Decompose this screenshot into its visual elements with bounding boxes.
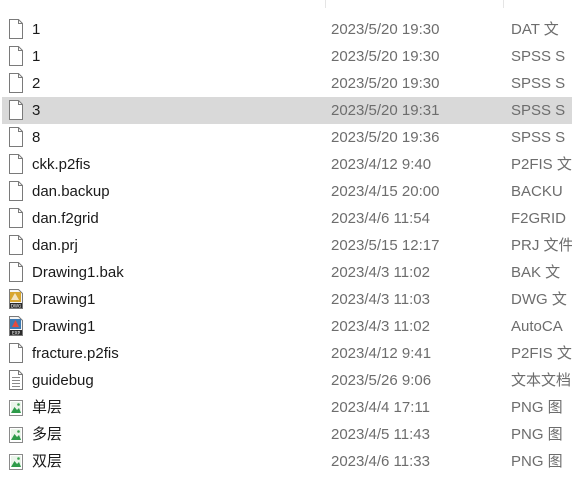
- file-row[interactable]: 1 2023/5/20 19:30 SPSS S: [0, 43, 572, 70]
- autocad-exp-file-icon: EXP: [8, 315, 24, 337]
- png-image-file-icon: [8, 396, 24, 418]
- file-name[interactable]: 3: [32, 97, 40, 124]
- file-type: DWG 文: [511, 291, 567, 308]
- file-type: PNG 图: [511, 453, 563, 470]
- file-name[interactable]: Drawing1: [32, 286, 95, 313]
- file-modified-date: 2023/4/6 11:54: [331, 210, 430, 227]
- file-list: 1 2023/5/20 19:30 DAT 文 1 2023/5/20 19:30 SPS…: [0, 16, 572, 475]
- file-type: DAT 文: [511, 21, 559, 38]
- blank-file-icon: [8, 126, 24, 148]
- type-column-separator[interactable]: [503, 0, 504, 8]
- file-name[interactable]: 单层: [32, 394, 62, 421]
- file-type: AutoCA: [511, 318, 563, 335]
- file-name[interactable]: 双层: [32, 448, 62, 475]
- blank-file-icon: [8, 18, 24, 40]
- dwg-file-icon: DWG: [8, 288, 24, 310]
- file-name[interactable]: 8: [32, 124, 40, 151]
- file-row[interactable]: guidebug 2023/5/26 9:06 文本文档: [0, 367, 572, 394]
- svg-text:EXP: EXP: [12, 330, 21, 335]
- file-name[interactable]: ckk.p2fis: [32, 151, 90, 178]
- file-modified-date: 2023/5/20 19:30: [331, 21, 440, 38]
- file-modified-date: 2023/4/6 11:33: [331, 453, 430, 470]
- file-modified-date: 2023/5/26 9:06: [331, 372, 432, 389]
- file-row[interactable]: 2 2023/5/20 19:30 SPSS S: [0, 70, 572, 97]
- file-modified-date: 2023/4/12 9:41: [331, 345, 432, 362]
- file-modified-date: 2023/4/3 11:02: [331, 318, 430, 335]
- file-modified-date: 2023/4/3 11:03: [331, 291, 430, 308]
- file-row[interactable]: dan.f2grid 2023/4/6 11:54 F2GRID: [0, 205, 572, 232]
- file-name[interactable]: 1: [32, 43, 40, 70]
- file-type: 文本文档: [511, 372, 572, 389]
- file-name[interactable]: Drawing1: [32, 313, 95, 340]
- file-type: P2FIS 文: [511, 345, 572, 362]
- file-name[interactable]: Drawing1.bak: [32, 259, 124, 286]
- file-row[interactable]: 8 2023/5/20 19:36 SPSS S: [0, 124, 572, 151]
- file-name[interactable]: dan.prj: [32, 232, 78, 259]
- file-type: P2FIS 文: [511, 156, 572, 173]
- file-type: SPSS S: [511, 75, 566, 92]
- file-type: PRJ 文件: [511, 237, 572, 254]
- file-type: PNG 图: [511, 399, 563, 416]
- file-type: BACKU: [511, 183, 563, 200]
- blank-file-icon: [8, 153, 24, 175]
- file-type: BAK 文: [511, 264, 561, 281]
- file-name[interactable]: guidebug: [32, 367, 94, 394]
- file-modified-date: 2023/5/15 12:17: [331, 237, 440, 254]
- blank-file-icon: [8, 99, 24, 121]
- file-row[interactable]: Drawing1.bak 2023/4/3 11:02 BAK 文: [0, 259, 572, 286]
- file-modified-date: 2023/5/20 19:30: [331, 48, 440, 65]
- text-file-icon: [8, 369, 24, 391]
- file-modified-date: 2023/4/4 17:11: [331, 399, 430, 416]
- blank-file-icon: [8, 207, 24, 229]
- file-type: SPSS S: [511, 129, 566, 146]
- file-modified-date: 2023/4/12 9:40: [331, 156, 432, 173]
- file-type: F2GRID: [511, 210, 567, 227]
- file-row[interactable]: 多层 2023/4/5 11:43 PNG 图: [0, 421, 572, 448]
- file-modified-date: 2023/5/20 19:31: [331, 102, 440, 119]
- file-name[interactable]: dan.backup: [32, 178, 110, 205]
- file-name[interactable]: fracture.p2fis: [32, 340, 119, 367]
- file-row[interactable]: dan.backup 2023/4/15 20:00 BACKU: [0, 178, 572, 205]
- blank-file-icon: [8, 342, 24, 364]
- file-name[interactable]: 2: [32, 70, 40, 97]
- file-modified-date: 2023/4/3 11:02: [331, 264, 430, 281]
- file-type: SPSS S: [511, 102, 566, 119]
- blank-file-icon: [8, 234, 24, 256]
- file-row[interactable]: 单层 2023/4/4 17:11 PNG 图: [0, 394, 572, 421]
- png-image-file-icon: [8, 423, 24, 445]
- png-image-file-icon: [8, 450, 24, 472]
- file-modified-date: 2023/4/5 11:43: [331, 426, 430, 443]
- file-name[interactable]: 1: [32, 16, 40, 43]
- blank-file-icon: [8, 261, 24, 283]
- file-row[interactable]: 双层 2023/4/6 11:33 PNG 图: [0, 448, 572, 475]
- blank-file-icon: [8, 180, 24, 202]
- file-row[interactable]: dan.prj 2023/5/15 12:17 PRJ 文件: [0, 232, 572, 259]
- file-name[interactable]: dan.f2grid: [32, 205, 99, 232]
- date-column-separator[interactable]: [325, 0, 326, 8]
- file-type: PNG 图: [511, 426, 563, 443]
- blank-file-icon: [8, 72, 24, 94]
- file-row[interactable]: 1 2023/5/20 19:30 DAT 文: [0, 16, 572, 43]
- blank-file-icon: [8, 45, 24, 67]
- selection-highlight: [2, 97, 572, 124]
- svg-text:DWG: DWG: [11, 303, 22, 308]
- file-row[interactable]: DWG Drawing1 2023/4/3 11:03 DWG 文: [0, 286, 572, 313]
- file-modified-date: 2023/5/20 19:30: [331, 75, 440, 92]
- file-row[interactable]: ckk.p2fis 2023/4/12 9:40 P2FIS 文: [0, 151, 572, 178]
- file-type: SPSS S: [511, 48, 566, 65]
- file-row[interactable]: EXP Drawing1 2023/4/3 11:02 AutoCA: [0, 313, 572, 340]
- file-row[interactable]: 3 2023/5/20 19:31 SPSS S: [0, 97, 572, 124]
- file-modified-date: 2023/5/20 19:36: [331, 129, 440, 146]
- file-name[interactable]: 多层: [32, 421, 62, 448]
- file-modified-date: 2023/4/15 20:00: [331, 183, 440, 200]
- file-row[interactable]: fracture.p2fis 2023/4/12 9:41 P2FIS 文: [0, 340, 572, 367]
